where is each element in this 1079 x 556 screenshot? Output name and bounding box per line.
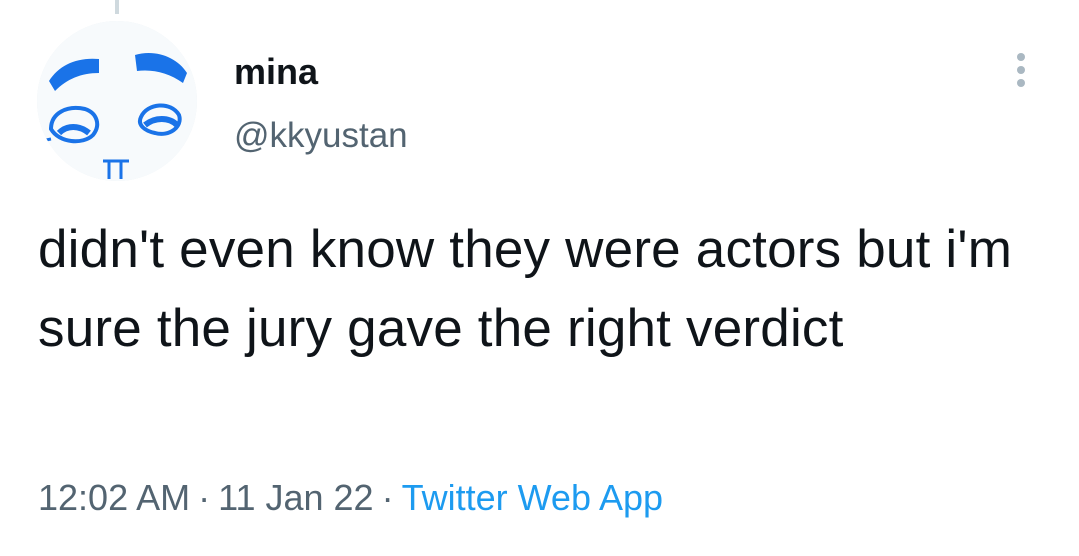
doodle-face-avatar-icon — [37, 21, 197, 181]
more-vertical-icon — [1017, 53, 1025, 87]
user-handle[interactable]: @kkyustan — [234, 114, 408, 158]
avatar[interactable] — [37, 21, 197, 181]
tweet-source-link[interactable]: Twitter Web App — [402, 477, 663, 518]
meta-separator: · — [381, 477, 394, 518]
meta-separator: · — [198, 477, 211, 518]
tweet-text: didn't even know they were actors but i'… — [38, 220, 1013, 358]
more-options-button[interactable] — [1004, 48, 1038, 92]
tweet-card: mina @kkyustan didn't even know they wer… — [0, 0, 1079, 556]
display-name[interactable]: mina — [234, 50, 318, 94]
tweet-date[interactable]: 11 Jan 22 — [218, 477, 373, 518]
tweet-metadata: 12:02 AM · 11 Jan 22 · Twitter Web App — [38, 474, 663, 522]
tweet-time[interactable]: 12:02 AM — [38, 477, 190, 518]
thread-connector-line — [115, 0, 119, 14]
